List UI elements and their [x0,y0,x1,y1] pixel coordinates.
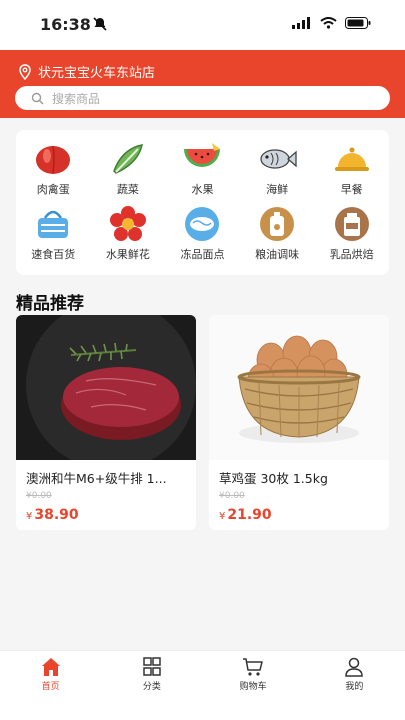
category-fruit-flower[interactable]: 水果鲜花 [91,205,166,262]
category-frozen[interactable]: 冻品面点 [165,205,240,262]
basket-icon [33,205,73,243]
category-label: 肉禽蛋 [36,183,70,196]
category-grain-oil[interactable]: 粮油调味 [240,205,315,262]
watermelon-icon [182,140,222,178]
tab-label: 分类 [142,682,161,692]
battery-icon [345,17,371,29]
eggs-basket-image [209,315,389,460]
category-label: 速食百货 [31,248,76,261]
product-price: ¥21.90 [219,507,272,523]
category-seafood[interactable]: 海鲜 [240,140,315,197]
section-title: 精品推荐 [16,294,84,314]
product-name: 草鸡蛋 30枚 1.5kg [219,471,328,486]
signal-icon [292,17,310,29]
product-card[interactable]: 草鸡蛋 30枚 1.5kg ¥0.00 ¥21.90 [209,315,389,530]
product-original-price: ¥0.00 [26,491,52,501]
search-icon [31,92,44,104]
store-location[interactable]: 状元宝宝火车东站店 [18,62,155,81]
category-label: 蔬菜 [116,183,139,196]
dairy-icon [332,205,372,243]
category-label: 粮油调味 [255,248,300,261]
category-dairy[interactable]: 乳品烘焙 [314,205,389,262]
product-price: ¥38.90 [26,507,79,523]
bell-muted-icon [93,17,107,31]
currency-symbol: ¥ [219,511,226,522]
category-label: 早餐 [340,183,363,196]
fish-icon [257,140,297,178]
category-label: 水果鲜花 [105,248,150,261]
price-value: 38.90 [34,507,79,523]
steak-image [16,315,196,470]
category-breakfast[interactable]: 早餐 [314,140,389,197]
product-name: 澳洲和牛M6+级牛排 1... [26,471,167,486]
location-pin-icon [19,63,31,80]
currency-symbol: ¥ [26,511,33,522]
category-panel: 肉禽蛋 蔬菜 水果 海鲜 早餐 速食百货 水果鲜花 冻品面点 粮油调味 乳品烘焙 [16,130,389,275]
category-label: 水果 [191,183,214,196]
category-label: 海鲜 [266,183,289,196]
tab-label: 首页 [41,682,60,692]
search-placeholder: 搜索商品 [52,91,101,106]
flower-icon [108,205,148,243]
home-icon [41,658,60,676]
category-label: 冻品面点 [180,248,225,261]
status-time: 16:38 [40,15,91,34]
store-name: 状元宝宝火车东站店 [38,66,156,81]
category-label: 乳品烘焙 [329,248,374,261]
bottom-tab-bar: 首页 分类 购物车 我的 [0,650,405,720]
oil-icon [257,205,297,243]
meat-icon [33,140,73,178]
status-indicators [292,17,371,29]
tab-profile[interactable]: 我的 [304,651,405,720]
price-value: 21.90 [227,507,272,523]
product-card[interactable]: 澳洲和牛M6+级牛排 1... ¥0.00 ¥38.90 [16,315,196,530]
tab-category[interactable]: 分类 [101,651,202,720]
category-vegetable[interactable]: 蔬菜 [91,140,166,197]
product-original-price: ¥0.00 [219,491,245,501]
frozen-icon [182,205,222,243]
tab-cart[interactable]: 购物车 [203,651,304,720]
category-instant-goods[interactable]: 速食百货 [16,205,91,262]
status-bar: 16:38 [0,0,405,50]
tab-home[interactable]: 首页 [0,651,101,720]
cart-icon [243,658,263,676]
wifi-icon [320,17,337,29]
category-icon [143,657,161,676]
tab-label: 购物车 [239,682,267,692]
search-input[interactable]: 搜索商品 [15,86,390,110]
vegetable-icon [108,140,148,178]
category-meat[interactable]: 肉禽蛋 [16,140,91,197]
user-icon [345,657,364,677]
tab-label: 我的 [345,682,364,692]
breakfast-icon [332,140,372,178]
category-fruit[interactable]: 水果 [165,140,240,197]
